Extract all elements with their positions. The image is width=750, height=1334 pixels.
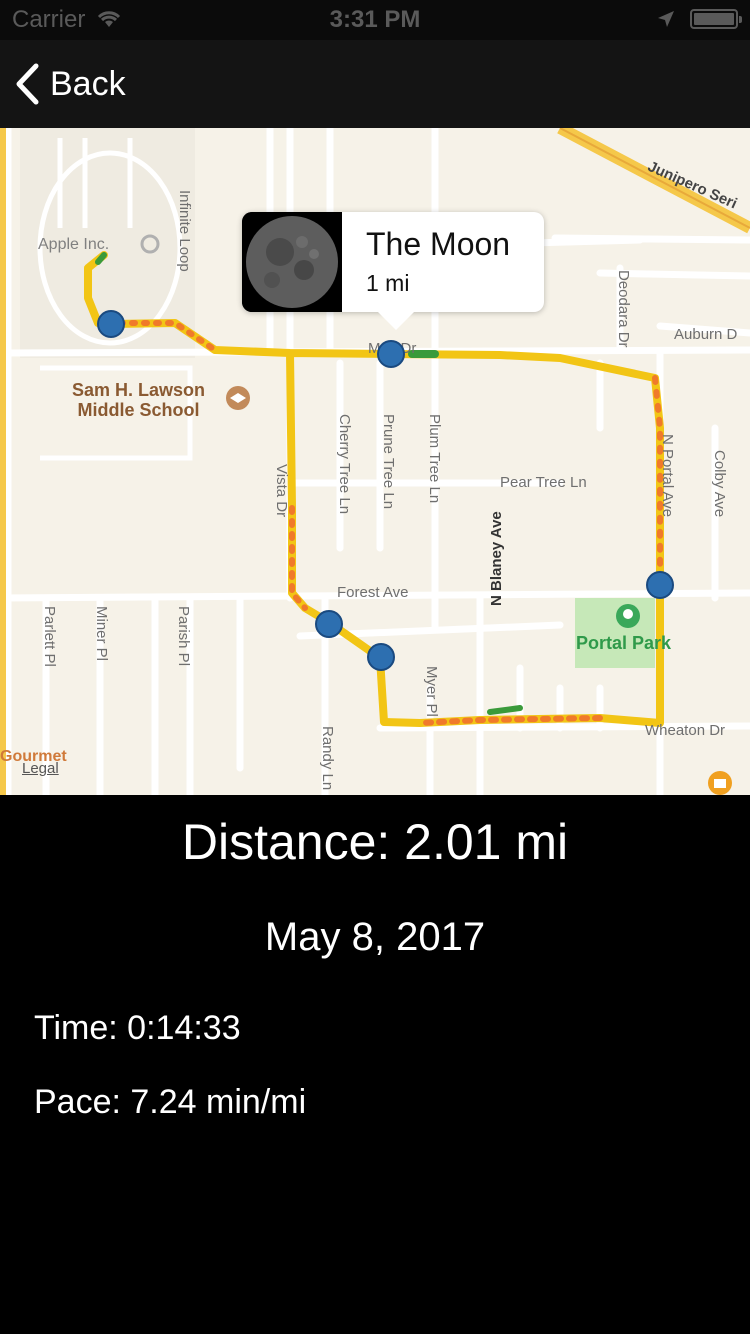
clock-label: 3:31 PM — [329, 6, 421, 33]
route-marker[interactable] — [367, 643, 395, 671]
location-arrow-icon — [656, 8, 676, 36]
status-bar: Carrier 3:31 PM — [0, 0, 750, 40]
map-label-n-portal: N Portal Ave — [659, 434, 676, 518]
route-marker[interactable] — [315, 610, 343, 638]
callout-title: The Moon — [366, 226, 511, 262]
route-marker[interactable] — [646, 571, 674, 599]
map-label-myer: Myer Pl — [423, 666, 440, 717]
map-label-pear-tree: Pear Tree Ln — [500, 474, 587, 491]
map-label-auburn: Auburn D — [674, 326, 738, 343]
school-label-line2: Middle School — [77, 400, 200, 420]
map-label-cherry: Cherry Tree Ln — [336, 414, 353, 515]
map-label-prune: Prune Tree Ln — [380, 414, 397, 510]
battery-icon — [690, 9, 742, 29]
map-label-park: Portal Park — [576, 633, 672, 653]
map-label-wheaton: Wheaton Dr — [645, 722, 726, 739]
route-marker[interactable] — [377, 340, 405, 368]
run-summary: Distance: 2.01 mi May 8, 2017 Time: 0:14… — [0, 795, 750, 1334]
map-label-parlett: Parlett Pl — [41, 606, 58, 667]
map-label-apple: Apple Inc. — [38, 236, 110, 253]
chevron-left-icon — [16, 63, 39, 105]
back-button[interactable]: Back — [14, 60, 126, 108]
map-label-parish: Parish Pl — [175, 606, 192, 667]
distance-label: Distance: 2.01 mi — [181, 814, 569, 870]
moon-thumbnail — [242, 212, 342, 312]
pace-label: Pace: 7.24 min/mi — [34, 1083, 307, 1121]
legal-link[interactable]: Legal — [22, 760, 59, 777]
callout-subtitle: 1 mi — [366, 270, 410, 296]
map-label-plum: Plum Tree Ln — [426, 414, 443, 504]
time-label: Time: 0:14:33 — [34, 1009, 241, 1047]
back-label: Back — [50, 64, 126, 103]
map-label-school: Sam H. Lawson Middle School — [72, 380, 205, 420]
route-marker[interactable] — [97, 310, 125, 338]
map-label-deodara: Deodara Dr — [615, 270, 632, 348]
date-label: May 8, 2017 — [264, 915, 486, 959]
map-label-vista: Vista Dr — [273, 464, 290, 518]
map-label-forest-ave: Forest Ave — [337, 584, 409, 601]
map-label-randy: Randy Ln — [319, 726, 336, 791]
navigation-bar: Back — [0, 40, 750, 128]
school-label-line1: Sam H. Lawson — [72, 380, 206, 400]
map-callout[interactable]: The Moon 1 mi — [242, 212, 544, 330]
map-label-n-blaney: N Blaney Ave — [488, 511, 505, 606]
map-label-infinite-loop: Infinite Loop — [176, 190, 193, 272]
route-map[interactable]: Apple Inc. Sam H. Lawson Middle School P… — [0, 128, 750, 795]
map-label-miner: Miner Pl — [93, 606, 110, 662]
map-label-colby: Colby Ave — [711, 450, 728, 518]
